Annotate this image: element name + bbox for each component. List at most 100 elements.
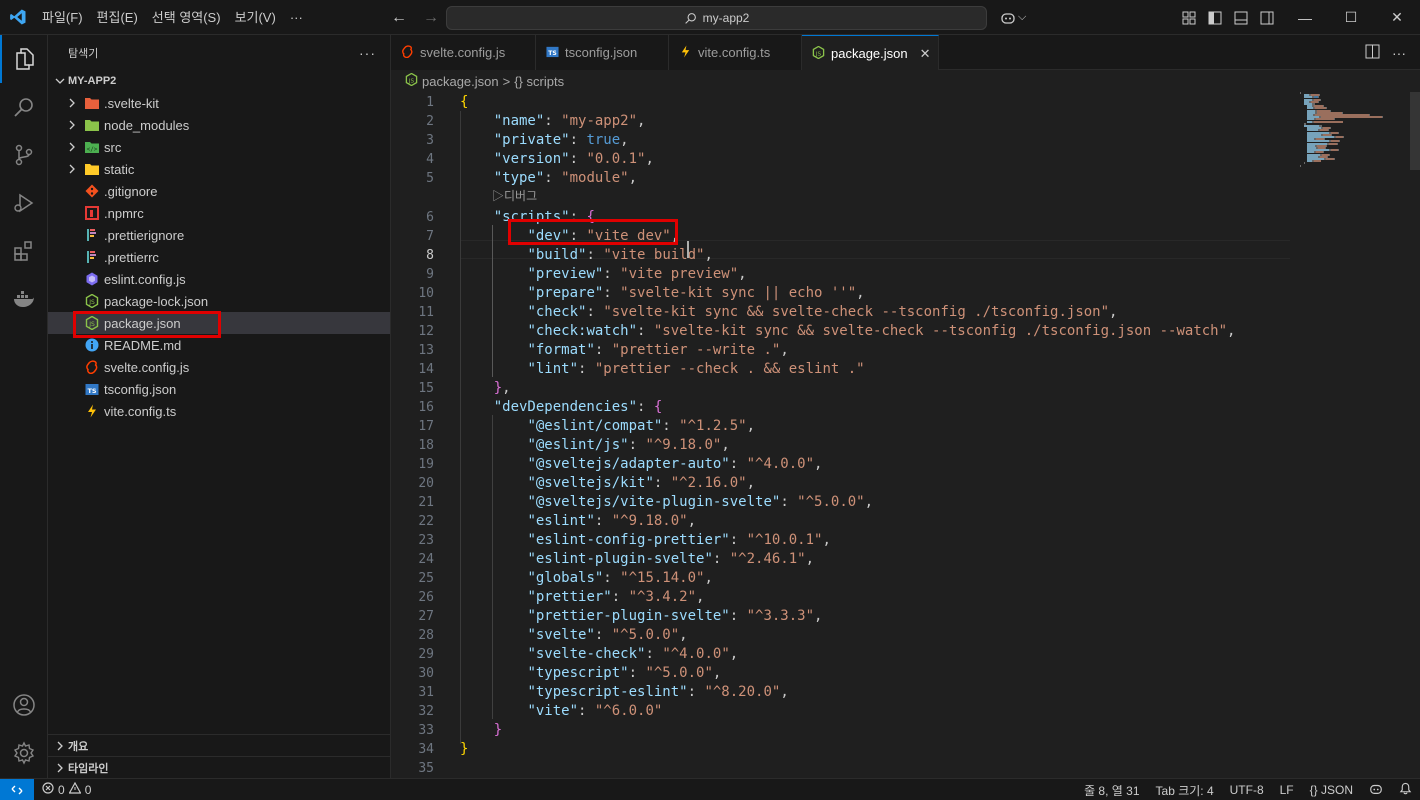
minimap[interactable] <box>1300 92 1404 172</box>
line-code: "svelte": "^5.0.0", <box>460 626 687 645</box>
explorer-icon[interactable] <box>0 35 48 83</box>
breadcrumb-file[interactable]: package.json <box>422 74 499 89</box>
vscode-logo-icon[interactable] <box>0 0 35 35</box>
run-debug-icon[interactable] <box>0 179 48 227</box>
tree-folder-svelte-kit[interactable]: .svelte-kit <box>48 92 390 114</box>
forward-arrow-icon[interactable]: → <box>420 9 442 27</box>
menu-more[interactable]: ··· <box>283 0 310 35</box>
end-of-line[interactable]: LF <box>1272 783 1302 797</box>
code-line: 23 "eslint-config-prettier": "^10.0.1", <box>391 531 1291 550</box>
line-number: 1 <box>426 95 434 110</box>
command-center-search[interactable]: my-app2 <box>446 6 987 30</box>
tree-file-tsconfig[interactable]: TS tsconfig.json <box>48 378 390 400</box>
minimap-token <box>1331 149 1338 152</box>
indentation[interactable]: Tab 크기: 4 <box>1148 782 1222 799</box>
maximize-icon[interactable]: ☐ <box>1328 0 1374 35</box>
menu-edit[interactable]: 편집(E) <box>90 0 145 35</box>
split-editor-icon[interactable] <box>1365 44 1380 62</box>
tab-tsconfig[interactable]: TS tsconfig.json <box>536 35 669 70</box>
toggle-panel-icon[interactable] <box>1232 9 1250 27</box>
more-actions-icon[interactable]: ··· <box>359 45 376 61</box>
outline-section-header[interactable]: 개요 <box>48 734 391 756</box>
json-value: "^6.0.0" <box>594 703 663 719</box>
breadcrumb-symbol[interactable]: {} scripts <box>514 74 564 89</box>
menu-selection[interactable]: 선택 영역(S) <box>145 0 228 35</box>
copilot-status-icon[interactable] <box>1361 782 1391 799</box>
source-control-icon[interactable] <box>0 131 48 179</box>
toggle-secondary-sidebar-icon[interactable] <box>1258 9 1276 27</box>
tree-folder-node-modules[interactable]: node_modules <box>48 114 390 136</box>
workspace-folder-name: MY-APP2 <box>68 75 117 87</box>
tree-file-prettierrc[interactable]: .prettierrc <box>48 246 390 268</box>
git-icon <box>84 183 100 199</box>
minimap-token <box>1339 140 1340 143</box>
src-folder-icon: </> <box>84 139 100 155</box>
tree-folder-static[interactable]: static <box>48 158 390 180</box>
line-number: 7 <box>426 229 434 244</box>
cursor-position[interactable]: 줄 8, 열 31 <box>1076 782 1147 799</box>
comma: , <box>746 475 756 491</box>
menu-file[interactable]: 파일(F) <box>35 0 90 35</box>
nodejs-icon: JS <box>812 45 825 62</box>
minimize-icon[interactable]: — <box>1282 0 1328 35</box>
tree-file-svelte-config[interactable]: svelte.config.js <box>48 356 390 378</box>
tree-folder-src[interactable]: </> src <box>48 136 390 158</box>
back-arrow-icon[interactable]: ← <box>388 9 410 27</box>
json-value: true <box>586 132 621 148</box>
debug-codelens[interactable]: ▷디버그 <box>492 187 537 203</box>
workspace-folder-header[interactable]: MY-APP2 <box>48 70 390 92</box>
line-number: 3 <box>426 133 434 148</box>
line-number: 27 <box>418 609 434 624</box>
tree-label: README.md <box>104 337 182 353</box>
copilot-menu[interactable]: ⌵ <box>1000 0 1026 35</box>
accounts-icon[interactable] <box>0 681 48 729</box>
brace-close: } <box>493 722 503 738</box>
tree-file-vite-config[interactable]: vite.config.ts <box>48 400 390 422</box>
copilot-icon <box>1001 12 1015 24</box>
customize-layout-icon[interactable] <box>1180 9 1198 27</box>
notifications-bell-icon[interactable] <box>1391 782 1420 798</box>
more-actions-icon[interactable]: ··· <box>1392 45 1406 61</box>
tree-file-gitignore[interactable]: .gitignore <box>48 180 390 202</box>
colon: : <box>594 342 612 358</box>
toggle-primary-sidebar-icon[interactable] <box>1206 9 1224 27</box>
problems-indicator[interactable]: 0 0 <box>42 781 91 797</box>
tree-file-eslint-config[interactable]: eslint.config.js <box>48 268 390 290</box>
close-window-icon[interactable]: ✕ <box>1374 0 1420 35</box>
tab-vite-config[interactable]: vite.config.ts <box>669 35 802 70</box>
code-editor[interactable]: ▷디버그 1{2 "name": "my-app2", 3 "private": … <box>391 92 1420 778</box>
tree-file-npmrc[interactable]: .npmrc <box>48 202 390 224</box>
language-mode[interactable]: {} JSON <box>1302 783 1361 797</box>
chevron-right-icon <box>52 763 68 773</box>
colon: : <box>586 247 604 263</box>
scrollbar-thumb[interactable] <box>1410 92 1420 170</box>
timeline-section-header[interactable]: 타임라인 <box>48 756 391 778</box>
settings-gear-icon[interactable] <box>0 729 48 777</box>
close-tab-icon[interactable]: ✕ <box>920 46 931 62</box>
search-icon[interactable] <box>0 83 48 131</box>
extensions-icon[interactable] <box>0 227 48 275</box>
tree-file-prettierignore[interactable]: .prettierignore <box>48 224 390 246</box>
minimap-token <box>1326 144 1327 147</box>
code-line: 33 } <box>391 721 1291 740</box>
code-line: 21 "@sveltejs/vite-plugin-svelte": "^5.0… <box>391 493 1291 512</box>
menu-view[interactable]: 보기(V) <box>228 0 283 35</box>
vite-icon <box>679 44 692 61</box>
encoding[interactable]: UTF-8 <box>1222 783 1272 797</box>
tree-file-package-lock[interactable]: JS package-lock.json <box>48 290 390 312</box>
json-key: "format" <box>527 342 595 358</box>
brace-open: { <box>653 399 663 415</box>
tab-svelte-config[interactable]: svelte.config.js <box>391 35 536 70</box>
eslint-icon <box>84 271 100 287</box>
line-number: 9 <box>426 267 434 282</box>
json-value: "^4.0.0" <box>662 646 730 662</box>
vertical-scrollbar[interactable] <box>1410 92 1420 778</box>
tab-package-json[interactable]: JS package.json ✕ <box>802 35 939 71</box>
remote-indicator-icon[interactable] <box>0 778 34 800</box>
docker-icon[interactable] <box>0 275 48 323</box>
